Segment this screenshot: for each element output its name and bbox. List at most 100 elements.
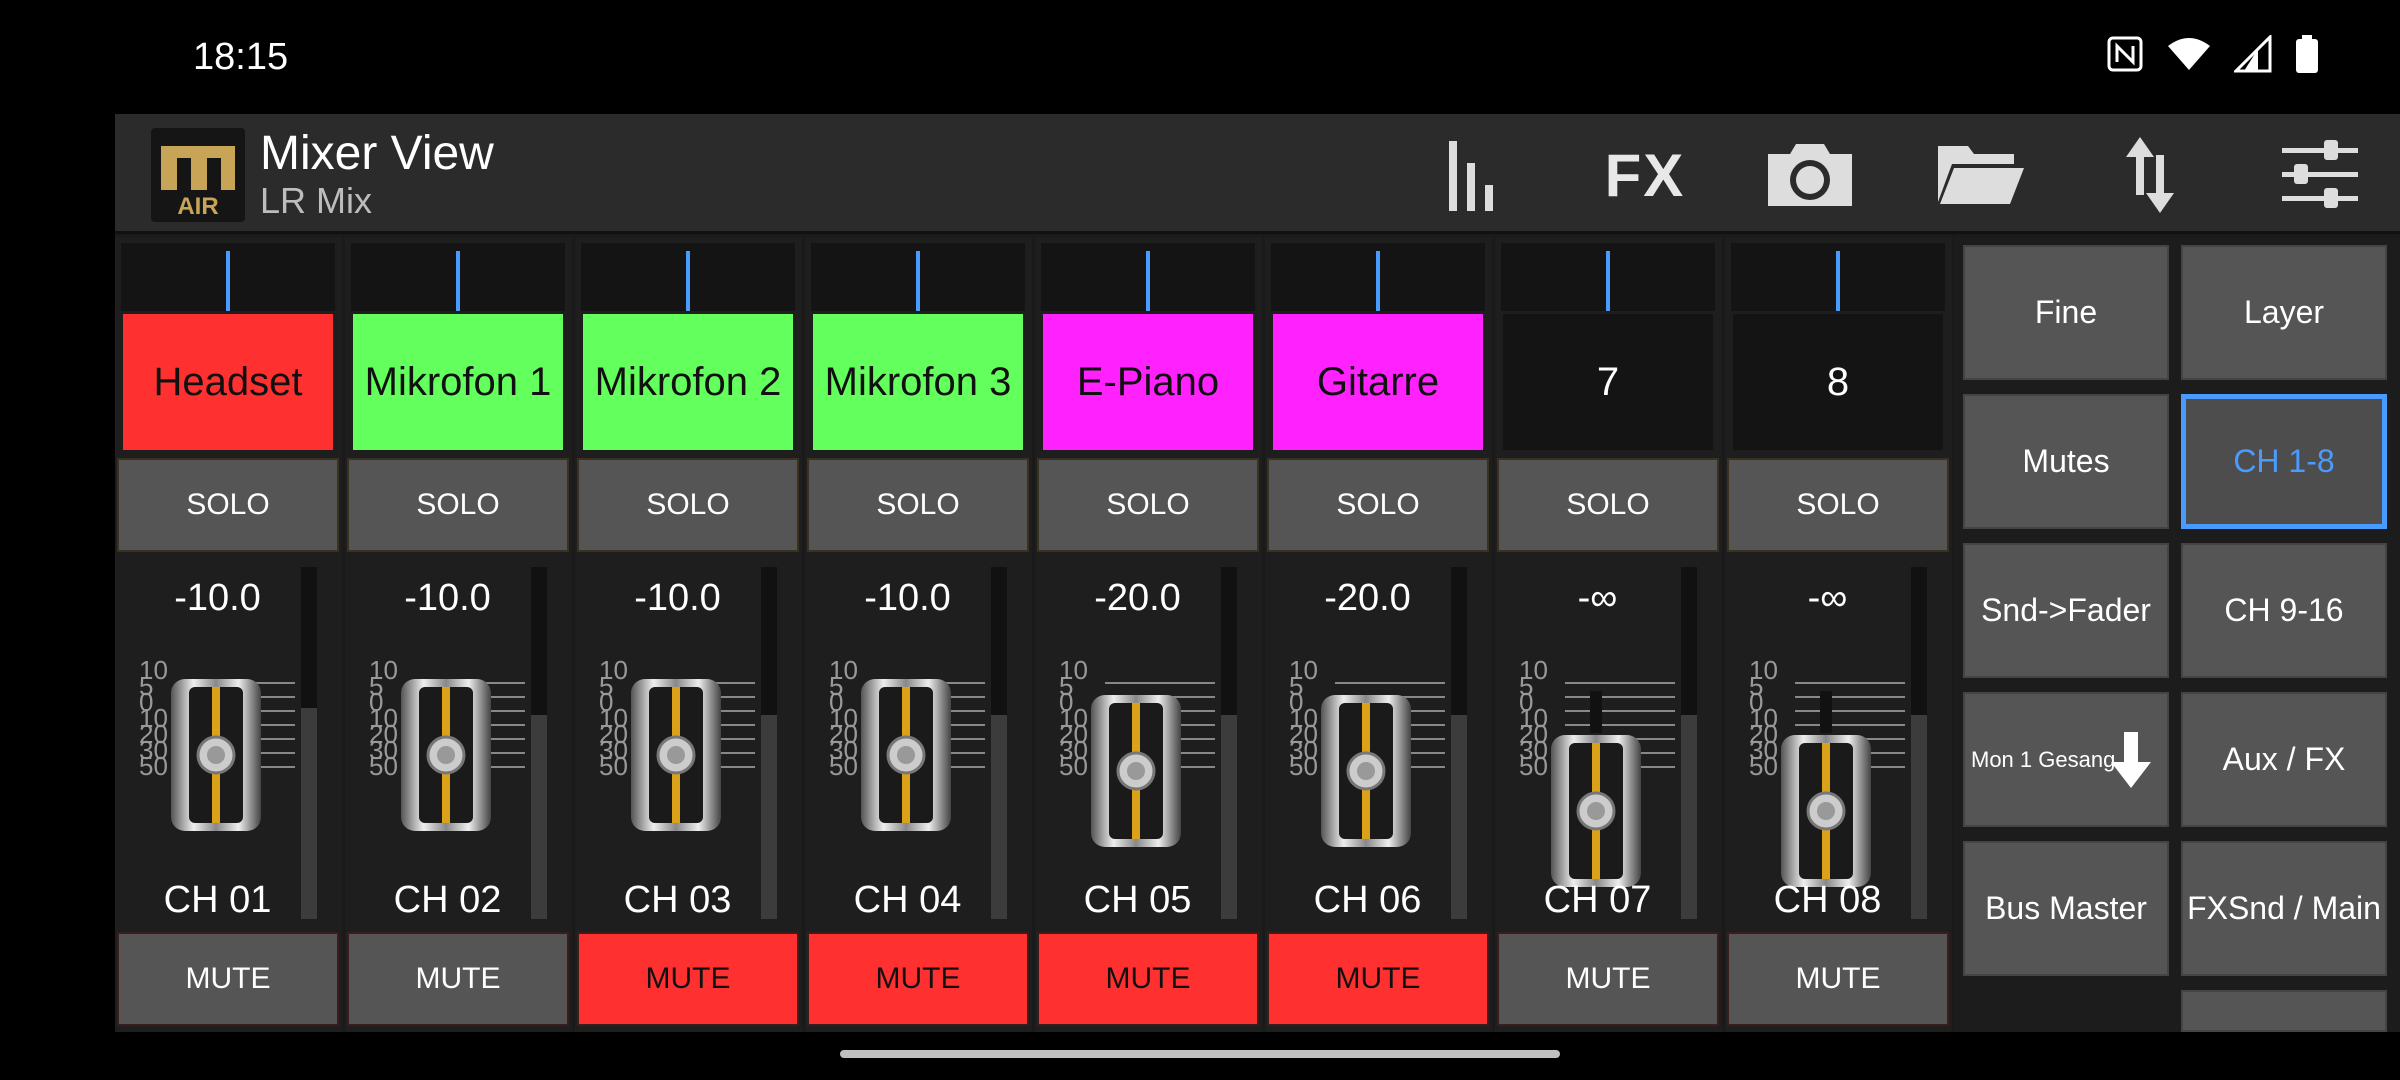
- level-meter: [991, 567, 1007, 919]
- panel-button-snd-fader[interactable]: Snd->Fader: [1963, 543, 2169, 678]
- level-meter: [1681, 567, 1697, 919]
- fader-knob[interactable]: [1777, 733, 1875, 889]
- pan-marker: [686, 251, 690, 311]
- channel-strip: Headset SOLO -10.0 10 5 0 10 20 30 50 CH 01 MUTE: [115, 237, 342, 1032]
- panel-button-fxsnd-main[interactable]: FXSnd / Main: [2181, 841, 2387, 976]
- channel-name[interactable]: Mikrofon 2: [583, 314, 793, 450]
- mute-button[interactable]: MUTE: [347, 932, 569, 1026]
- pan-indicator[interactable]: [1271, 243, 1485, 311]
- fader-knob[interactable]: [1547, 733, 1645, 889]
- pan-indicator[interactable]: [351, 243, 565, 311]
- channel-strip: E-Piano SOLO -20.0 10 5 0 10 20 30 50 CH 05 MUTE: [1035, 237, 1262, 1032]
- solo-button[interactable]: SOLO: [807, 458, 1029, 552]
- channel-name[interactable]: Mikrofon 1: [353, 314, 563, 450]
- fx-button[interactable]: FX: [1590, 132, 1700, 218]
- channel-strip: 8 SOLO -∞ 10 5 0 10 20 30 50 CH 08 MUTE: [1725, 237, 1952, 1032]
- pan-indicator[interactable]: [121, 243, 335, 311]
- solo-button[interactable]: SOLO: [1497, 458, 1719, 552]
- fader-value: -∞: [1807, 577, 1848, 619]
- sync-button[interactable]: [2095, 132, 2205, 218]
- pan-marker: [456, 251, 460, 311]
- fader-knob[interactable]: [167, 677, 265, 833]
- page-subtitle: LR Mix: [260, 180, 373, 221]
- fader-value: -10.0: [174, 577, 261, 619]
- channel-label: CH 01: [163, 879, 272, 921]
- channel-label: CH 04: [853, 879, 962, 921]
- channel-name[interactable]: 7: [1503, 314, 1713, 450]
- channel-name[interactable]: E-Piano: [1043, 314, 1253, 450]
- fx-icon: FX: [1604, 141, 1686, 209]
- fader-value: -10.0: [634, 577, 721, 619]
- panel-button-mutes[interactable]: Mutes: [1963, 394, 2169, 529]
- status-time: 18:15: [193, 36, 289, 78]
- solo-button[interactable]: SOLO: [1267, 458, 1489, 552]
- fader-knob[interactable]: [1087, 693, 1185, 849]
- pan-marker: [1376, 251, 1380, 311]
- meters-button[interactable]: [1420, 132, 1530, 218]
- panel-button-fine[interactable]: Fine: [1963, 245, 2169, 380]
- fader-knob[interactable]: [857, 677, 955, 833]
- layer-panel: Fine Mutes Snd->Fader Mon 1 Gesang Bus Maste…: [1955, 237, 2400, 1032]
- panel-button-ch-1-8[interactable]: CH 1-8: [2181, 394, 2387, 529]
- channel-label: CH 03: [623, 879, 732, 921]
- solo-button[interactable]: SOLO: [1727, 458, 1949, 552]
- mute-button[interactable]: MUTE: [1727, 932, 1949, 1026]
- sync-icon: [2126, 137, 2174, 213]
- channel-name[interactable]: Headset: [123, 314, 333, 450]
- wifi-icon: [2168, 38, 2210, 70]
- panel-button-bus-master[interactable]: Bus Master: [1963, 841, 2169, 976]
- snapshot-button[interactable]: [1755, 132, 1865, 218]
- panel-button-label: Mon 1 Gesang: [1971, 746, 2116, 772]
- pan-indicator[interactable]: [811, 243, 1025, 311]
- level-meter: [301, 567, 317, 919]
- pan-marker: [1146, 251, 1150, 311]
- channel-strip: Mikrofon 1 SOLO -10.0 10 5 0 10 20 30 50 CH 02 MUTE: [345, 237, 572, 1032]
- channel-name[interactable]: Mikrofon 3: [813, 314, 1023, 450]
- channel-name[interactable]: Gitarre: [1273, 314, 1483, 450]
- fader-knob[interactable]: [1317, 693, 1415, 849]
- mixer-app: AIR Mixer View LR Mix FX Headset SOLO -1…: [115, 114, 2400, 1032]
- fader-knob[interactable]: [397, 677, 495, 833]
- mute-button[interactable]: MUTE: [577, 932, 799, 1026]
- pan-marker: [226, 251, 230, 311]
- panel-button-ch-9-16[interactable]: CH 9-16: [2181, 543, 2387, 678]
- signal-icon: [2234, 35, 2272, 73]
- svg-text:AIR: AIR: [177, 193, 218, 220]
- nav-handle[interactable]: [840, 1050, 1560, 1058]
- fader-stem: [1820, 691, 1832, 733]
- channel-strip: Mikrofon 3 SOLO -10.0 10 5 0 10 20 30 50 CH 04 MUTE: [805, 237, 1032, 1032]
- solo-button[interactable]: SOLO: [1037, 458, 1259, 552]
- pan-indicator[interactable]: [1501, 243, 1715, 311]
- pan-indicator[interactable]: [581, 243, 795, 311]
- mute-button[interactable]: MUTE: [807, 932, 1029, 1026]
- pan-indicator[interactable]: [1731, 243, 1945, 311]
- channel-strips: Headset SOLO -10.0 10 5 0 10 20 30 50 CH 01 MUTE Mik…: [115, 237, 1955, 1032]
- solo-button[interactable]: SOLO: [347, 458, 569, 552]
- files-button[interactable]: [1925, 132, 2035, 218]
- solo-button[interactable]: SOLO: [117, 458, 339, 552]
- battery-icon: [2296, 35, 2318, 73]
- channel-label: CH 08: [1773, 879, 1882, 921]
- settings-button[interactable]: [2265, 132, 2375, 218]
- fader-knob[interactable]: [627, 677, 725, 833]
- channel-label: CH 06: [1313, 879, 1422, 921]
- status-icons: [2106, 34, 2320, 74]
- mute-button[interactable]: MUTE: [117, 932, 339, 1026]
- page-title: Mixer View: [260, 127, 494, 180]
- pan-indicator[interactable]: [1041, 243, 1255, 311]
- mute-button[interactable]: MUTE: [1267, 932, 1489, 1026]
- meters-icon: [1449, 141, 1493, 211]
- channel-label: CH 02: [393, 879, 502, 921]
- level-meter: [531, 567, 547, 919]
- panel-button-mon-1-gesang[interactable]: Mon 1 Gesang: [1963, 692, 2169, 827]
- fader-value: -∞: [1577, 577, 1618, 619]
- panel-button-aux-fx[interactable]: Aux / FX: [2181, 692, 2387, 827]
- channel-label: CH 05: [1083, 879, 1192, 921]
- panel-button-layer[interactable]: Layer: [2181, 245, 2387, 380]
- mute-button[interactable]: MUTE: [1497, 932, 1719, 1026]
- channel-name[interactable]: 8: [1733, 314, 1943, 450]
- channel-strip: 7 SOLO -∞ 10 5 0 10 20 30 50 CH 07 MUTE: [1495, 237, 1722, 1032]
- mute-button[interactable]: MUTE: [1037, 932, 1259, 1026]
- solo-button[interactable]: SOLO: [577, 458, 799, 552]
- panel-button-more[interactable]: [2181, 990, 2387, 1032]
